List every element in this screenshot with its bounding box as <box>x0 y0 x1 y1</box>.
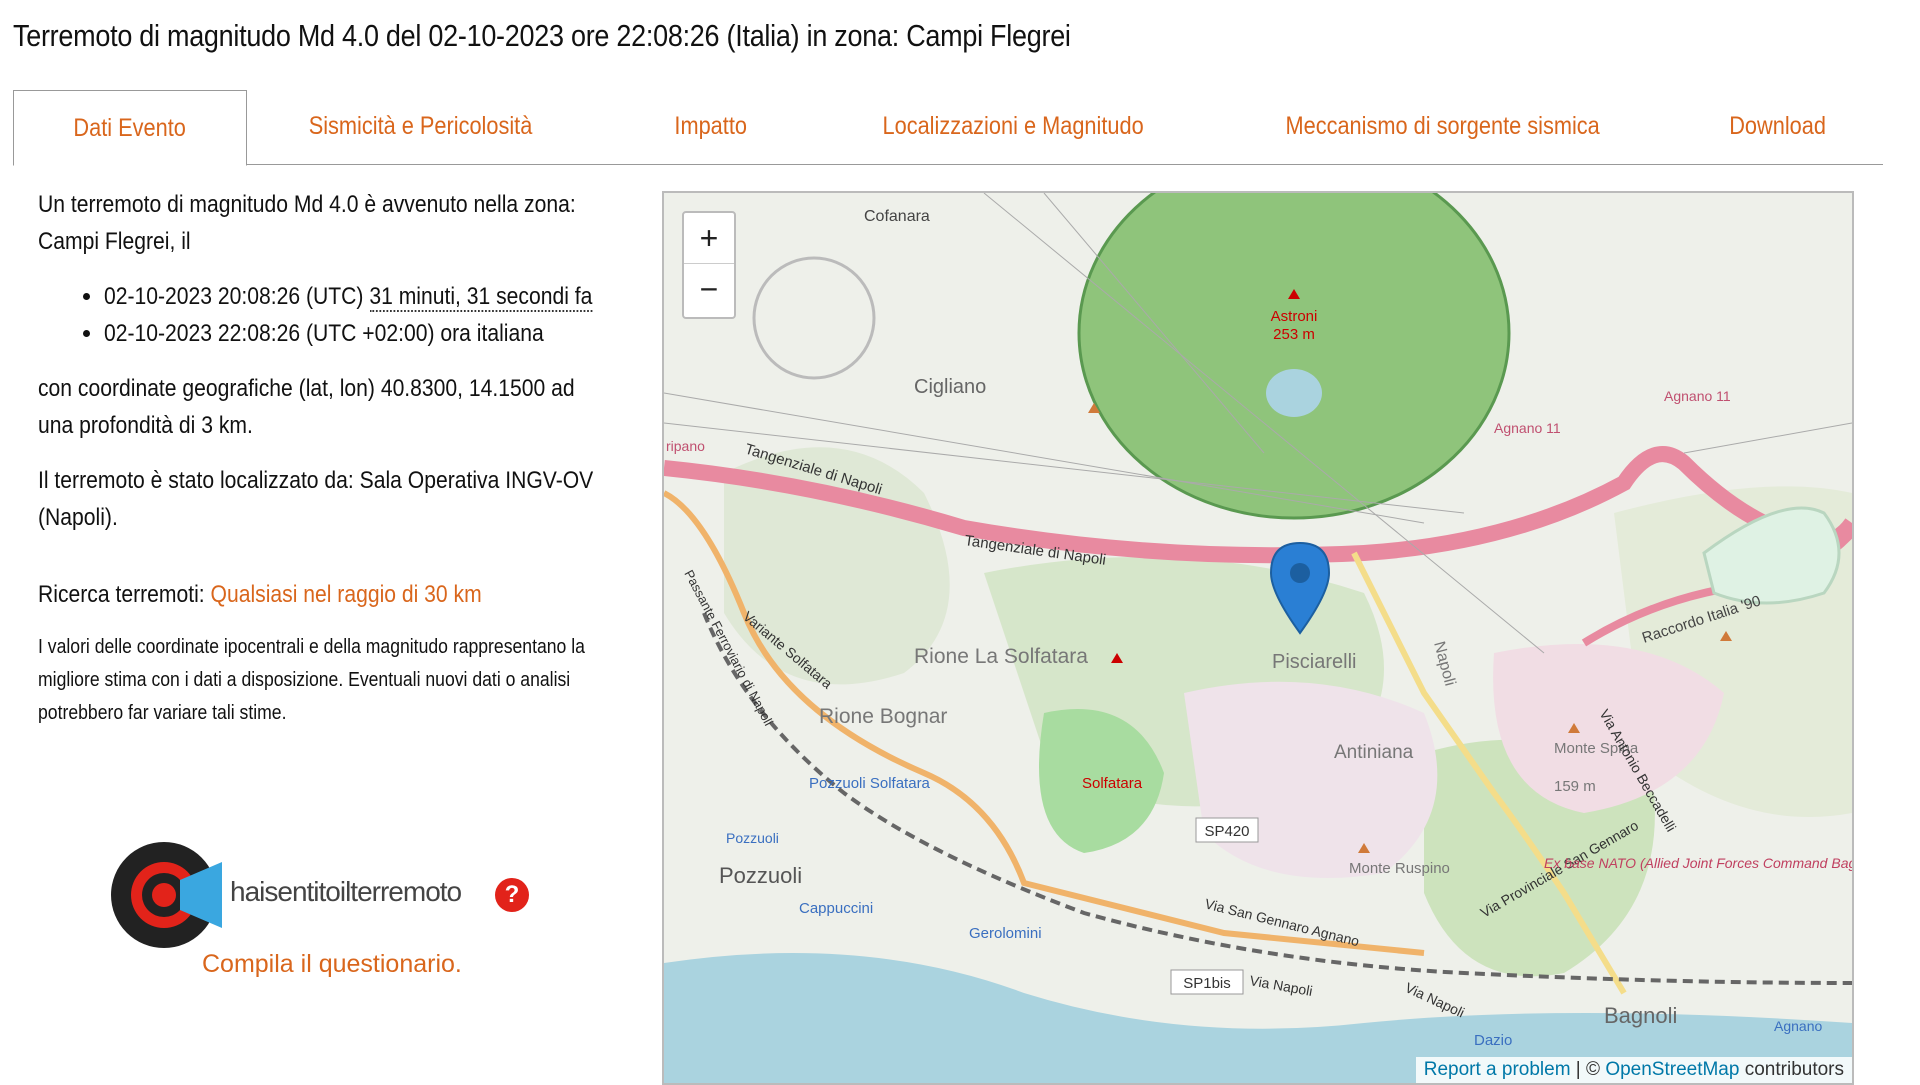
osm-link[interactable]: OpenStreetMap <box>1605 1059 1739 1080</box>
map-label-solfatara: Solfatara <box>1082 775 1143 792</box>
report-problem-link[interactable]: Report a problem <box>1424 1059 1571 1080</box>
map-label-astroni-alt: 253 m <box>1273 326 1315 343</box>
target-icon <box>111 842 222 948</box>
coordinates-text: con coordinate geografiche (lat, lon) 40… <box>38 375 575 439</box>
tab-sismicita[interactable]: Sismicità e Pericolosità <box>251 90 591 163</box>
tab-bar: Dati Evento Sismicità e Pericolosità Imp… <box>13 90 1883 166</box>
disclaimer-note: I valori delle coordinate ipocentrali e … <box>38 636 585 724</box>
map-label-rione-solfatara: Rione La Solfatara <box>914 645 1088 668</box>
map-label-agnano11-b: Agnano 11 <box>1494 420 1561 436</box>
time-list: 02-10-2023 20:08:26 (UTC) 31 minuti, 31 … <box>38 278 618 352</box>
map-label-bagnoli: Bagnoli <box>1604 1003 1677 1028</box>
list-item: 02-10-2023 20:08:26 (UTC) 31 minuti, 31 … <box>104 278 618 315</box>
map-label-sp1bis: SP1bis <box>1183 975 1231 992</box>
map-label-monte-ruspino: Monte Ruspino <box>1349 860 1450 877</box>
tab-meccanismo[interactable]: Meccanismo di sorgente sismica <box>1213 90 1673 163</box>
map-label-dazio: Dazio <box>1474 1032 1512 1049</box>
map-tiles: Cofanara Astroni 253 m Cigliano Tangenzi… <box>664 193 1852 1083</box>
map-label-pozzuoli: Pozzuoli <box>719 863 802 888</box>
map-label-astroni: Astroni <box>1271 308 1318 325</box>
tab-download[interactable]: Download <box>1673 90 1883 163</box>
map-label-pozzuoli-solfatara: Pozzuoli Solfatara <box>809 775 931 792</box>
page-title: Terremoto di magnitudo Md 4.0 del 02-10-… <box>13 18 1071 53</box>
map-label-pozzuoli-station: Pozzuoli <box>726 830 779 846</box>
map-label-cappuccini: Cappuccini <box>799 900 873 917</box>
time-ago[interactable]: 31 minuti, 31 secondi fa <box>369 283 593 312</box>
map-label-sp420: SP420 <box>1204 823 1249 840</box>
event-map[interactable]: Cofanara Astroni 253 m Cigliano Tangenzi… <box>662 191 1854 1085</box>
hai-sentito-text: haisentitoilterremoto <box>230 876 462 907</box>
tab-dati-evento[interactable]: Dati Evento <box>13 90 247 166</box>
map-label-gerolomini: Gerolomini <box>969 925 1042 942</box>
zoom-in-button[interactable]: + <box>684 213 734 264</box>
located-by-text: Il terremoto è stato localizzato da: Sal… <box>38 467 594 531</box>
map-label-agnano11-a: Agnano 11 <box>1664 388 1731 404</box>
questionnaire-link[interactable]: Compila il questionario. <box>202 950 462 979</box>
search-label: Ricerca terremoti: <box>38 581 205 608</box>
map-label-rione-bognar: Rione Bognar <box>819 705 947 728</box>
map-label-antiniana: Antiniana <box>1334 742 1414 763</box>
intro-text: Un terremoto di magnitudo Md 4.0 è avven… <box>38 191 576 255</box>
search-radius-link[interactable]: Qualsiasi nel raggio di 30 km <box>211 581 482 608</box>
map-attribution: Report a problem | © OpenStreetMap contr… <box>1415 1057 1852 1083</box>
map-label-cofanara: Cofanara <box>864 208 930 225</box>
tab-localizzazioni[interactable]: Localizzazioni e Magnitudo <box>813 90 1213 163</box>
map-label-monte-spina-alt: 159 m <box>1554 778 1596 795</box>
question-icon: ? <box>495 878 529 912</box>
zoom-out-button[interactable]: − <box>684 264 734 314</box>
map-label-agnano: Agnano <box>1774 1018 1822 1034</box>
map-label-cigliano: Cigliano <box>914 376 986 398</box>
tab-impatto[interactable]: Impatto <box>611 90 811 163</box>
map-label-ripano: ripano <box>666 438 705 454</box>
local-time: 02-10-2023 22:08:26 (UTC +02:00) ora ita… <box>104 320 544 347</box>
list-item: 02-10-2023 22:08:26 (UTC +02:00) ora ita… <box>104 315 618 352</box>
zoom-control: + − <box>682 211 736 319</box>
map-label-ex-base: Ex base NATO (Allied Joint Forces Comman… <box>1544 855 1852 871</box>
event-info: Un terremoto di magnitudo Md 4.0 è avven… <box>38 186 618 748</box>
utc-time: 02-10-2023 20:08:26 (UTC) <box>104 283 364 310</box>
map-label-pisciarelli: Pisciarelli <box>1272 651 1356 673</box>
hai-sentito-logo[interactable]: haisentitoilterremoto ? <box>110 840 540 950</box>
